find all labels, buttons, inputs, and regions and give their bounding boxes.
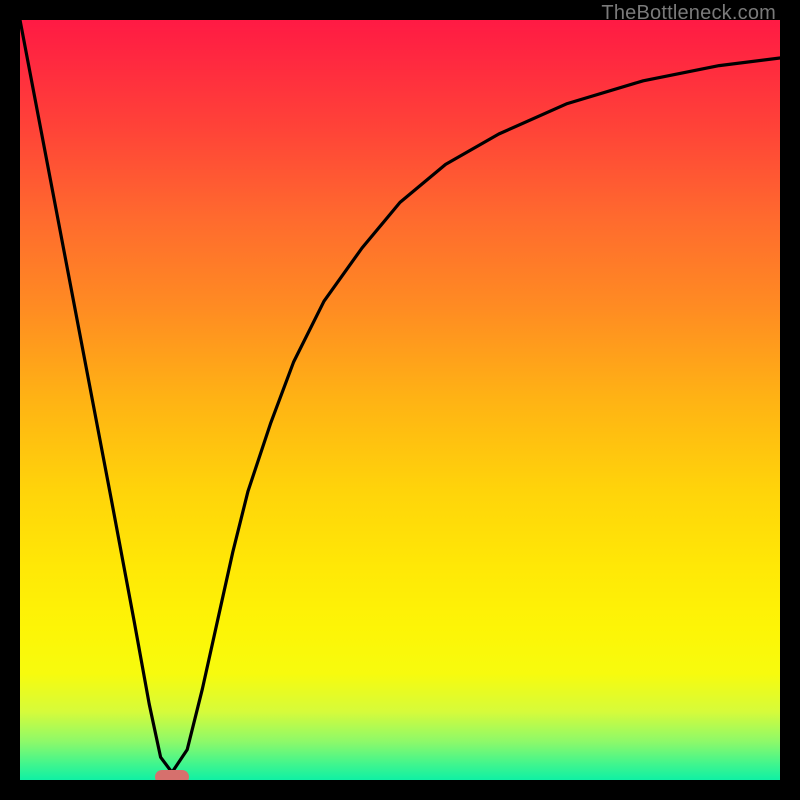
watermark-text: TheBottleneck.com: [601, 2, 776, 25]
plot-area: [20, 20, 780, 780]
bottleneck-curve: [20, 20, 780, 772]
chart-frame: TheBottleneck.com: [0, 0, 800, 800]
minimum-marker: [155, 770, 189, 780]
curve-svg: [20, 20, 780, 780]
